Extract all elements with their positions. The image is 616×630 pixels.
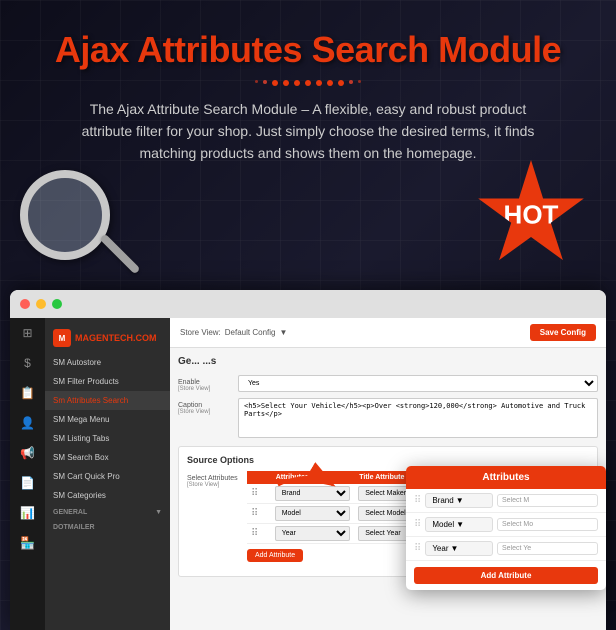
attr-panel-row-1: ⠿ Model ▼ bbox=[406, 513, 606, 537]
sidebar-item-attributes-search[interactable]: Sm Attributes Search bbox=[45, 391, 170, 410]
arrow-indicator bbox=[268, 460, 348, 510]
magnifier-glass bbox=[20, 170, 110, 260]
main-title: Ajax Attributes Search Module bbox=[20, 30, 596, 70]
magnifier-icon bbox=[20, 170, 150, 300]
attributes-panel: Attributes ⠿ Brand ▼ ⠿ Model ▼ ⠿ Year ▼ bbox=[406, 466, 606, 590]
sidebar-item-categories[interactable]: SM Categories bbox=[45, 486, 170, 505]
sidebar-item-autostore[interactable]: SM Autostore bbox=[45, 353, 170, 372]
add-attribute-button[interactable]: Add Attribute bbox=[247, 549, 303, 562]
magnifier-handle bbox=[99, 233, 140, 274]
content-wrapper: Ajax Attributes Search Module The Ajax A… bbox=[0, 0, 616, 165]
dot bbox=[263, 80, 267, 84]
dot bbox=[316, 80, 322, 86]
drag-handle[interactable]: ⠿ bbox=[247, 524, 271, 544]
attr-panel-name-year: Year ▼ bbox=[425, 541, 493, 556]
attr-panel-add-button[interactable]: Add Attribute bbox=[414, 567, 598, 584]
sidebar-item-cart-quick-pro[interactable]: SM Cart Quick Pro bbox=[45, 467, 170, 486]
section-title: Ge... ...s bbox=[178, 356, 598, 367]
caption-textarea[interactable]: <h5>Select Your Vehicle</h5><p>Over <str… bbox=[238, 398, 598, 438]
sidebar-icon-catalog: 📋 bbox=[10, 378, 45, 408]
store-view-selector[interactable]: Store View: Default Config ▼ bbox=[180, 328, 287, 337]
enable-label: Enable [Store View] bbox=[178, 375, 238, 392]
attr-panel-row-2: ⠿ Year ▼ bbox=[406, 537, 606, 561]
source-options-title: Source Options bbox=[187, 455, 589, 465]
sidebar-icon-reports: 📊 bbox=[10, 498, 45, 528]
sidebar-icons: ⊞ $ 📋 👤 📢 📄 📊 🏪 bbox=[10, 318, 45, 630]
sidebar-icon-stores: 🏪 bbox=[10, 528, 45, 558]
hot-star-shape: HOT bbox=[476, 160, 586, 270]
admin-sidebar: ⊞ $ 📋 👤 📢 📄 📊 🏪 M MAGENTECH.COM bbox=[10, 318, 170, 630]
sidebar-icon-customers: 👤 bbox=[10, 408, 45, 438]
dot bbox=[294, 80, 300, 86]
enable-select[interactable]: Yes No bbox=[238, 375, 598, 392]
hot-badge-text: HOT bbox=[504, 200, 559, 231]
sidebar-item-mega-menu[interactable]: SM Mega Menu bbox=[45, 410, 170, 429]
dots-divider bbox=[20, 80, 596, 86]
dot bbox=[358, 80, 361, 83]
dot bbox=[305, 80, 311, 86]
sidebar-item-filter-products[interactable]: SM Filter Products bbox=[45, 372, 170, 391]
caption-label: Caption [Store View] bbox=[178, 398, 238, 415]
dot bbox=[283, 80, 289, 86]
attr-panel-name-model: Model ▼ bbox=[425, 517, 493, 532]
chevron-icon: ▼ bbox=[456, 520, 464, 529]
chevron-down-icon: ▼ bbox=[279, 328, 287, 337]
sidebar-icon-sales: $ bbox=[10, 348, 45, 378]
magentech-logo: M bbox=[53, 329, 71, 347]
sidebar-item-search-box[interactable]: SM Search Box bbox=[45, 448, 170, 467]
sidebar-dotmailer-header: DOTMAILER bbox=[45, 520, 170, 535]
dot bbox=[272, 80, 278, 86]
attr-panel-select-year[interactable] bbox=[497, 542, 598, 555]
attr-panel-row-0: ⠿ Brand ▼ bbox=[406, 489, 606, 513]
browser-close-dot bbox=[20, 299, 30, 309]
save-config-button[interactable]: Save Config bbox=[530, 324, 596, 341]
attribute-select-2[interactable]: Year bbox=[275, 526, 351, 541]
admin-header: Store View: Default Config ▼ Save Config bbox=[170, 318, 606, 348]
attr-panel-select-brand[interactable] bbox=[497, 494, 598, 507]
attributes-panel-header: Attributes bbox=[406, 466, 606, 489]
sidebar-icon-dashboard: ⊞ bbox=[10, 318, 45, 348]
dot bbox=[255, 80, 258, 83]
description-text: The Ajax Attribute Search Module – A fle… bbox=[68, 98, 548, 165]
sidebar-item-listing-tabs[interactable]: SM Listing Tabs bbox=[45, 429, 170, 448]
attr-panel-name-brand: Brand ▼ bbox=[425, 493, 493, 508]
sidebar-brand: M MAGENTECH.COM bbox=[45, 323, 170, 353]
dot bbox=[327, 80, 333, 86]
caption-row: Caption [Store View] <h5>Select Your Veh… bbox=[178, 398, 598, 438]
attr-drag-handle-1[interactable]: ⠿ bbox=[414, 519, 421, 530]
attr-drag-handle-0[interactable]: ⠿ bbox=[414, 495, 421, 506]
store-view-label: Store View: bbox=[180, 328, 221, 337]
enable-row: Enable [Store View] Yes No bbox=[178, 375, 598, 392]
sidebar-nav: M MAGENTECH.COM SM Autostore SM Filter P… bbox=[45, 318, 170, 540]
sidebar-general-header: GENERAL ▼ bbox=[45, 505, 170, 520]
select-attributes-label: Select Attributes [Store View] bbox=[187, 471, 247, 488]
attr-drag-handle-2[interactable]: ⠿ bbox=[414, 543, 421, 554]
chevron-icon: ▼ bbox=[451, 544, 459, 553]
dot bbox=[349, 80, 353, 84]
dot bbox=[338, 80, 344, 86]
banner-container: Ajax Attributes Search Module The Ajax A… bbox=[0, 0, 616, 630]
sidebar-icon-content: 📄 bbox=[10, 468, 45, 498]
browser-minimize-dot bbox=[36, 299, 46, 309]
browser-maximize-dot bbox=[52, 299, 62, 309]
hot-badge: HOT bbox=[476, 160, 586, 270]
sidebar-icon-marketing: 📢 bbox=[10, 438, 45, 468]
attr-panel-select-model[interactable] bbox=[497, 518, 598, 531]
sidebar-brand-name: MAGENTECH.COM bbox=[75, 333, 157, 343]
chevron-icon: ▼ bbox=[456, 496, 464, 505]
store-view-value: Default Config bbox=[225, 328, 276, 337]
